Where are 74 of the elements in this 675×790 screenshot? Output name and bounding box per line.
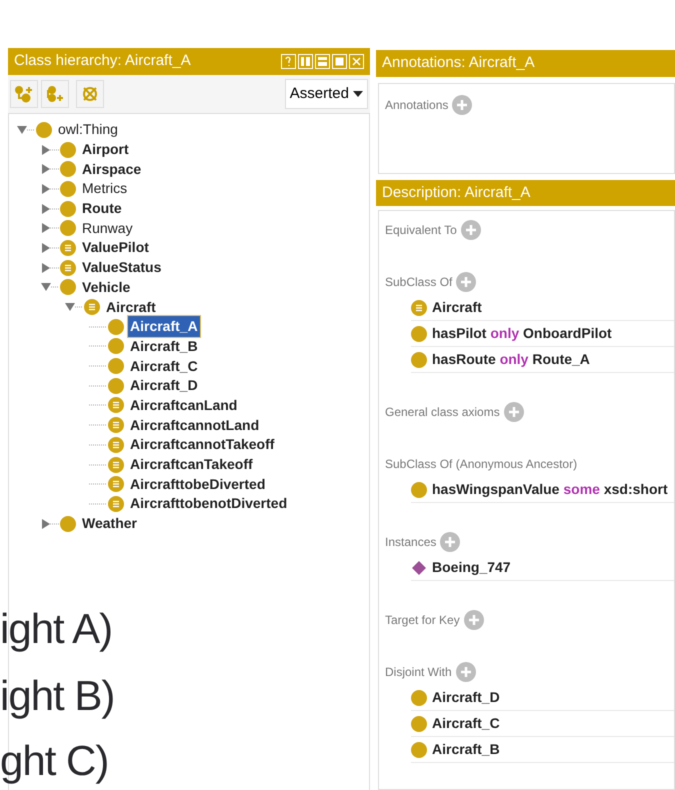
overlay-text: ight B)	[0, 675, 114, 717]
axiom-text: hasPilot only OnboardPilot	[432, 324, 612, 343]
axiom-text: hasWingspanValue some xsd:short	[432, 480, 668, 499]
tree-item[interactable]: Weather	[80, 513, 139, 534]
split-vertical-icon[interactable]	[298, 54, 313, 69]
tree-item[interactable]: Aircraft_C	[128, 356, 200, 377]
tree-item[interactable]: Aircraft_D	[128, 375, 200, 396]
tree-item[interactable]: AircraftcannotLand	[128, 414, 262, 436]
section-label: Target for Key	[385, 612, 460, 629]
split-horizontal-icon[interactable]	[315, 54, 330, 69]
expanded-triangle-icon[interactable]	[41, 281, 59, 294]
axiom-text: Aircraft_D	[432, 688, 500, 707]
delete-class-button[interactable]	[76, 80, 104, 108]
tree-item[interactable]: Vehicle	[80, 276, 132, 298]
tree-item[interactable]: Route	[80, 198, 124, 220]
add-icon[interactable]	[452, 94, 472, 114]
tree-item[interactable]: owl:Thing	[56, 119, 120, 140]
caret-icon	[353, 90, 363, 97]
expanded-triangle-icon[interactable]	[17, 124, 35, 136]
collapsed-triangle-icon[interactable]	[41, 163, 59, 176]
section-label: Instances	[385, 534, 436, 551]
add-sibling-button[interactable]	[41, 80, 69, 108]
axiom-text: hasRoute only Route_A	[432, 350, 590, 369]
tree-item[interactable]: Airspace	[80, 158, 144, 180]
help-icon[interactable]	[281, 54, 296, 69]
overlay-text: ight A)	[0, 608, 112, 650]
tree-item[interactable]: Metrics	[80, 178, 130, 200]
panel-title: Description: Aircraft_A	[382, 182, 530, 202]
axiom-text: Aircraft_B	[432, 740, 500, 759]
delete-icon	[81, 84, 99, 103]
mode-dropdown[interactable]: Asserted	[284, 78, 368, 109]
add-sibling-icon	[45, 84, 65, 103]
tree-item[interactable]: AircrafttobenotDiverted	[128, 493, 290, 514]
tree-item[interactable]: Airport	[80, 139, 131, 160]
collapsed-triangle-icon[interactable]	[41, 262, 59, 274]
section-label: General class axioms	[385, 404, 500, 421]
overlay-text: ght C)	[0, 740, 108, 782]
tree-item[interactable]: Aircraft_A	[128, 316, 200, 338]
tree-item[interactable]: AircraftcanTakeoff	[128, 454, 255, 476]
expanded-triangle-icon[interactable]	[65, 301, 83, 314]
add-icon[interactable]	[456, 662, 476, 682]
axiom-text: Boeing_747	[432, 558, 511, 577]
collapsed-triangle-icon[interactable]	[41, 242, 59, 254]
panel-title: Class hierarchy: Aircraft_A	[14, 51, 191, 71]
section-label: Equivalent To	[385, 222, 457, 239]
axiom-text: Aircraft_C	[432, 714, 500, 733]
tree-item[interactable]: Runway	[80, 218, 135, 239]
panel-title: Annotations: Aircraft_A	[382, 53, 535, 73]
close-icon[interactable]	[349, 54, 364, 69]
collapsed-triangle-icon[interactable]	[41, 202, 59, 215]
maximize-icon[interactable]	[332, 54, 347, 69]
tree-item[interactable]: ValueStatus	[80, 257, 164, 278]
add-icon[interactable]	[464, 610, 484, 630]
collapsed-triangle-icon[interactable]	[41, 518, 59, 530]
collapsed-triangle-icon[interactable]	[41, 222, 59, 234]
tree-item[interactable]: Aircraft_B	[128, 336, 200, 357]
axiom-text: Aircraft	[432, 298, 482, 317]
collapsed-triangle-icon[interactable]	[41, 144, 59, 156]
collapsed-triangle-icon[interactable]	[41, 182, 59, 195]
tree-item[interactable]: Aircraft	[104, 296, 158, 318]
tree-item[interactable]: AircraftcanLand	[128, 394, 240, 416]
section-label: SubClass Of	[385, 274, 452, 291]
add-icon[interactable]	[456, 272, 476, 292]
section-label: Annotations	[385, 96, 448, 114]
tree-item[interactable]: AircrafttobeDiverted	[128, 474, 268, 495]
add-icon[interactable]	[460, 220, 481, 240]
add-icon[interactable]	[440, 532, 460, 552]
tree-item[interactable]: AircraftcannotTakeoff	[128, 434, 276, 456]
section-label: Disjoint With	[385, 664, 452, 681]
add-subclass-icon	[14, 84, 34, 103]
tree-item[interactable]: ValuePilot	[80, 237, 151, 258]
add-icon[interactable]	[504, 402, 524, 422]
add-subclass-button[interactable]	[10, 80, 38, 108]
section-label: SubClass Of (Anonymous Ancestor)	[385, 456, 578, 473]
